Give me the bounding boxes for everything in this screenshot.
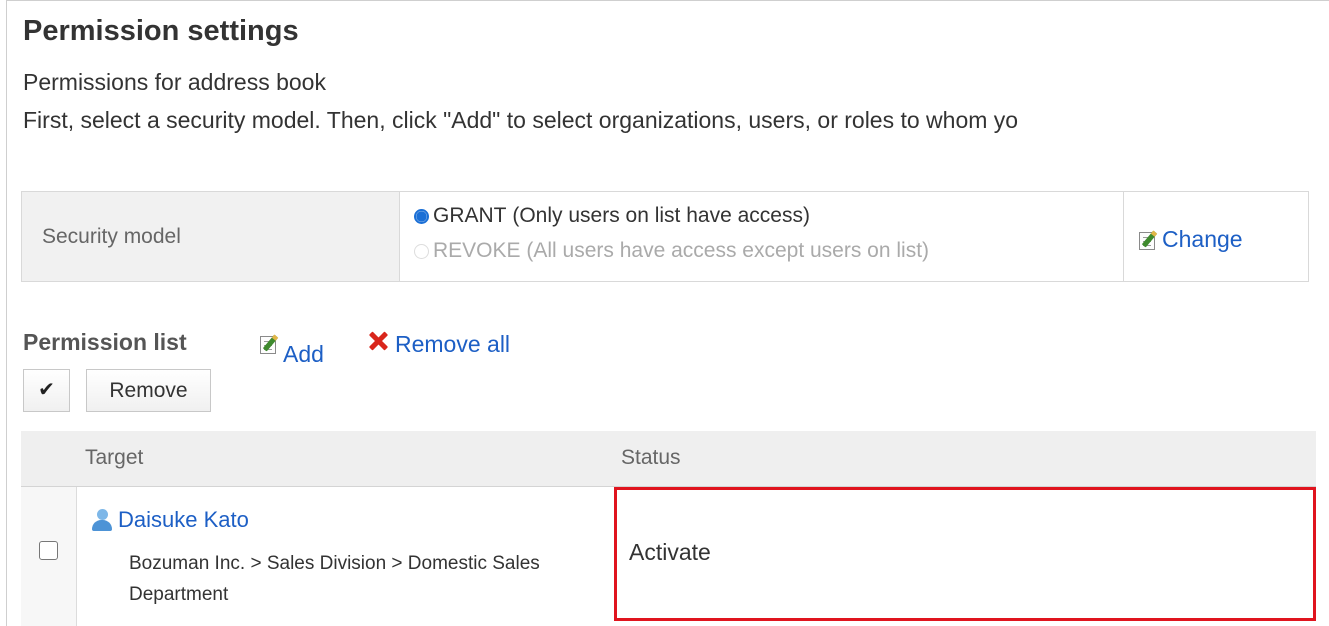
- remove-button[interactable]: Remove: [86, 369, 211, 412]
- status-value: Activate: [629, 539, 711, 565]
- check-all-button[interactable]: ✔: [23, 369, 70, 412]
- red-x-icon: [367, 330, 389, 352]
- security-model-options: GRANT (Only users on list have access) R…: [400, 192, 1124, 281]
- revoke-radio: [414, 243, 429, 259]
- page-subtitle: Permissions for address book: [23, 69, 326, 95]
- user-organization-path: Bozuman Inc. > Sales Division > Domestic…: [129, 553, 540, 605]
- change-link-label: Change: [1162, 226, 1243, 252]
- permission-list-title: Permission list: [23, 329, 187, 355]
- user-icon: [91, 508, 113, 532]
- remove-all-link-label: Remove all: [395, 331, 511, 357]
- user-link[interactable]: Daisuke Kato: [91, 507, 249, 533]
- security-model-label-cell: Security model: [22, 192, 400, 281]
- security-model-table: Security model GRANT (Only users on list…: [21, 191, 1309, 282]
- grant-radio[interactable]: [414, 208, 429, 224]
- add-link-label: Add: [283, 341, 324, 367]
- table-row-checkbox-cell: [21, 487, 77, 626]
- grant-option[interactable]: GRANT (Only users on list have access): [414, 204, 810, 228]
- add-link[interactable]: Add: [259, 319, 324, 368]
- user-name: Daisuke Kato: [118, 507, 249, 532]
- edit-memo-icon: [259, 333, 281, 355]
- column-header-status: Status: [621, 446, 681, 469]
- remove-all-link[interactable]: Remove all: [367, 331, 510, 358]
- status-cell-highlighted: Activate: [614, 487, 1316, 621]
- revoke-option-label: REVOKE (All users have access except use…: [433, 239, 930, 262]
- change-link[interactable]: Change: [1138, 226, 1243, 253]
- permission-table: Target Status Daisuke Kato Bozuman Inc. …: [21, 431, 1316, 626]
- permission-settings-panel: Permission settings Permissions for addr…: [6, 0, 1329, 626]
- table-header-row: Target Status: [21, 431, 1316, 487]
- security-model-label: Security model: [42, 225, 181, 248]
- column-header-target: Target: [85, 446, 144, 469]
- edit-memo-icon: [1138, 229, 1160, 251]
- row-checkbox[interactable]: [39, 541, 58, 560]
- change-cell: Change: [1124, 192, 1308, 281]
- revoke-option: REVOKE (All users have access except use…: [414, 239, 929, 263]
- instruction-text: First, select a security model. Then, cl…: [23, 107, 1019, 133]
- grant-option-label: GRANT (Only users on list have access): [433, 204, 810, 227]
- page-title: Permission settings: [23, 15, 299, 47]
